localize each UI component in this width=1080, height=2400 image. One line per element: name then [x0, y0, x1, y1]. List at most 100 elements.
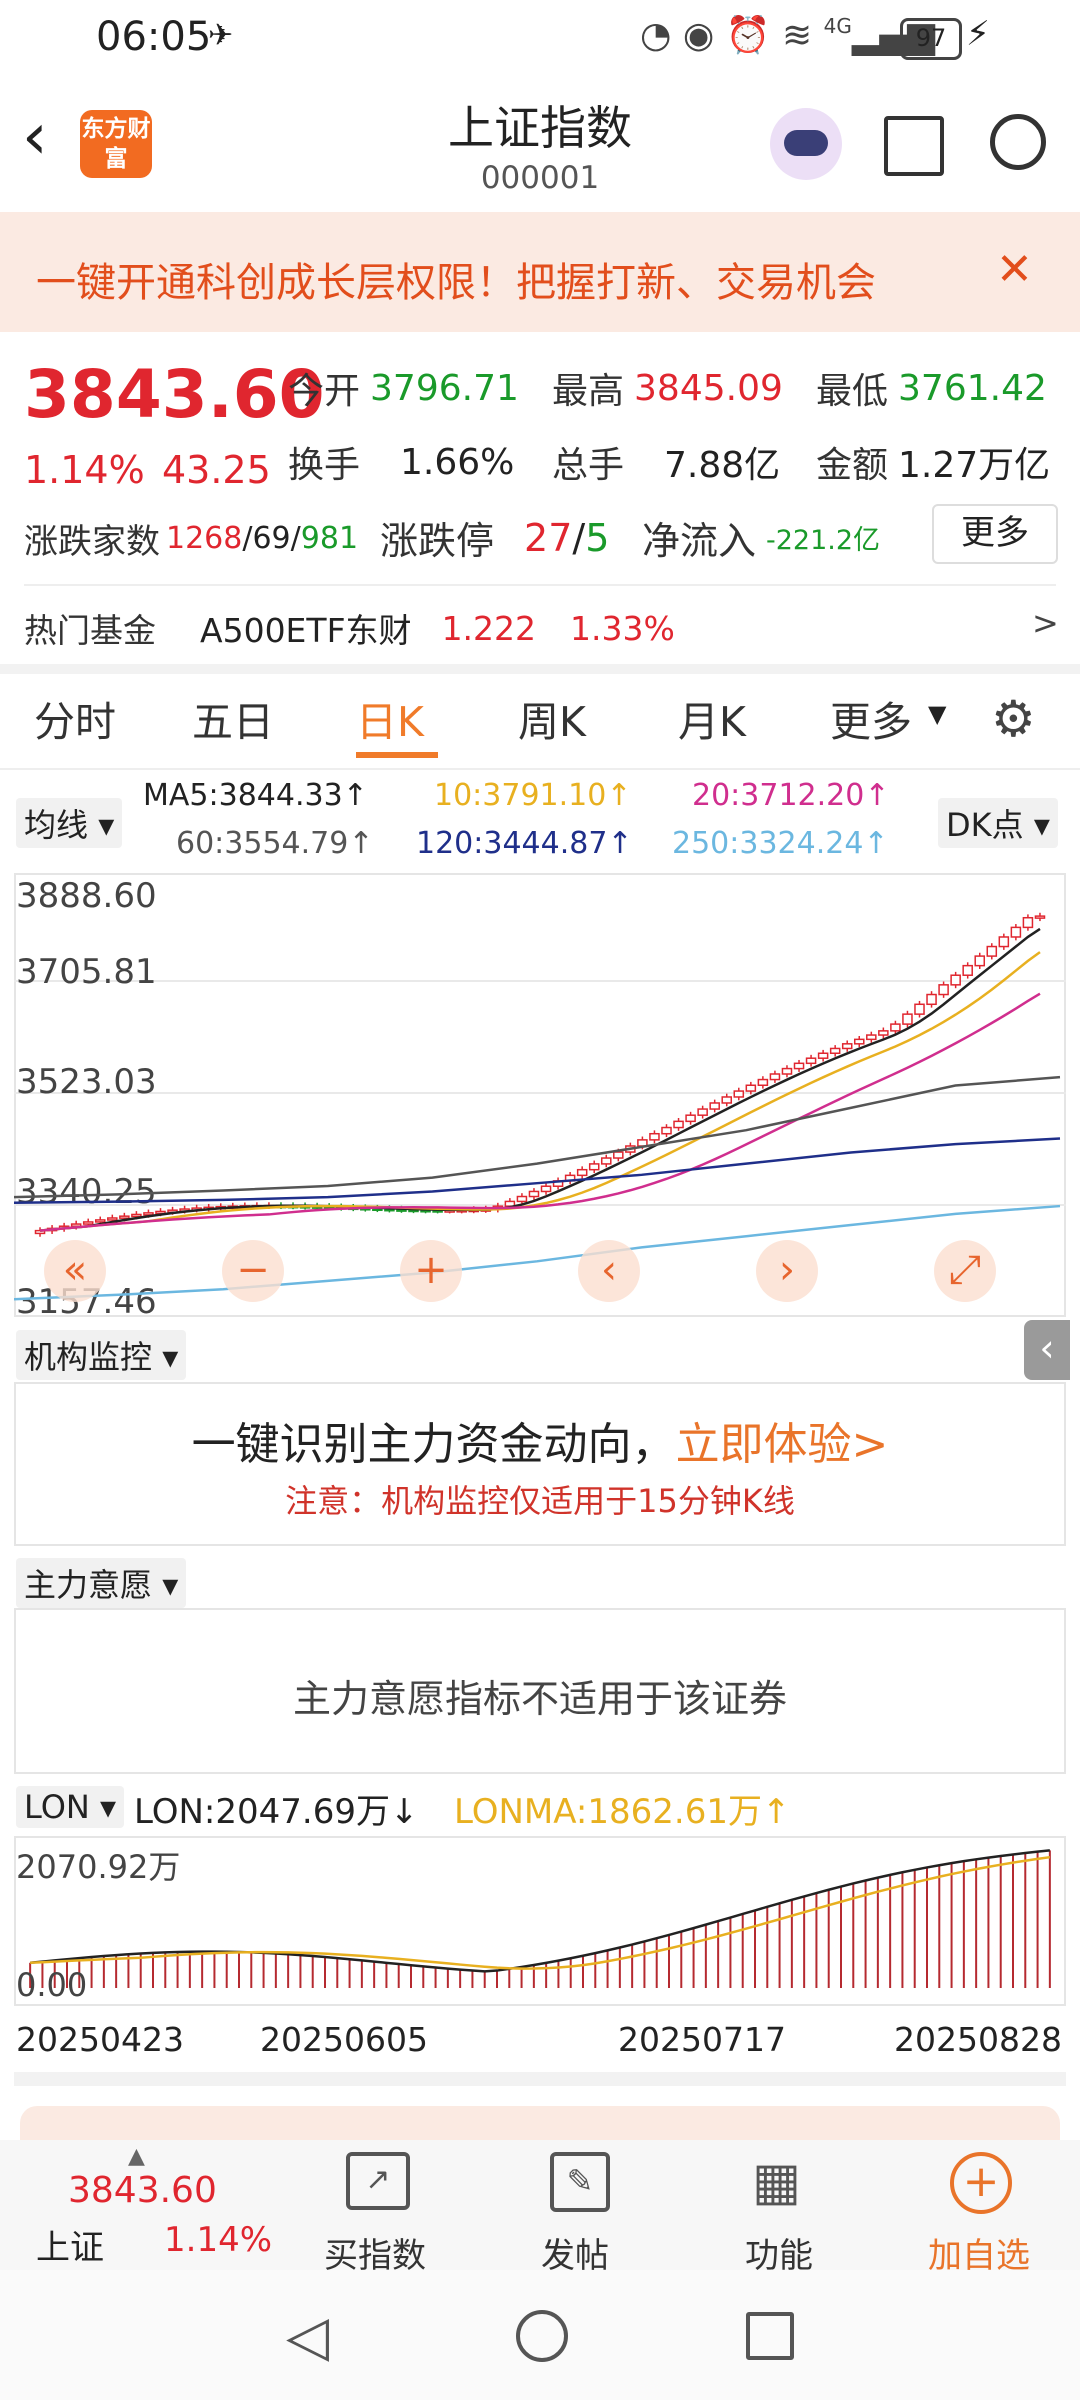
willingness-dropdown-label: 主力意愿: [24, 1566, 153, 1604]
date-2: 20250605: [260, 2020, 428, 2059]
institution-dropdown-label: 机构监控: [24, 1338, 153, 1376]
willingness-text: 主力意愿指标不适用于该证券: [292, 1677, 787, 1721]
breadth-down: 981: [300, 521, 359, 556]
candle: [745, 1084, 757, 1092]
limit-down: 5: [585, 515, 610, 560]
volume-stat: 总手 7.88亿: [552, 436, 780, 488]
ma-line-0: [39, 927, 1041, 1232]
netflow-stat: 净流入 -221.2亿: [642, 510, 880, 565]
partial-banner[interactable]: [20, 2106, 1060, 2140]
nav-home-icon[interactable]: [516, 2310, 568, 2362]
candle: [119, 1215, 130, 1219]
willingness-dropdown[interactable]: 主力意愿 ▾: [16, 1558, 187, 1608]
date-1: 20250423: [16, 2020, 184, 2059]
lon-y-top: 2070.92万: [16, 1848, 181, 1886]
prev-icon[interactable]: ‹: [578, 1240, 640, 1302]
lon-y-bottom: 0.00: [16, 1966, 88, 2004]
candle: [986, 945, 998, 957]
try-now-link[interactable]: 立即体验>: [676, 1419, 889, 1470]
high-stat: 最高 3845.09: [552, 362, 783, 414]
candle: [1022, 916, 1034, 929]
status-icons: ◔ ◉ ⏰ ≋ 4G▂▄▆: [640, 14, 935, 56]
open-stat: 今开 3796.71: [288, 362, 519, 414]
candle: [769, 1073, 781, 1081]
battery-icon: 97: [900, 18, 962, 60]
ma5-value: MA5:3844.33↑: [143, 778, 368, 813]
active-tab-indicator: [356, 752, 438, 758]
zoom-in-icon[interactable]: +: [400, 1240, 462, 1302]
assistant-avatar[interactable]: [770, 108, 842, 180]
bottom-price[interactable]: 3843.60: [68, 2170, 217, 2211]
collapse-panel-icon[interactable]: ‹: [1024, 1320, 1070, 1380]
divider: [24, 584, 1056, 586]
tab-4[interactable]: 月K: [678, 688, 746, 748]
close-icon[interactable]: ✕: [996, 244, 1033, 295]
tab-2[interactable]: 日K: [356, 688, 424, 748]
lon-dropdown[interactable]: LON ▾: [16, 1786, 125, 1828]
section-gap: [0, 664, 1080, 674]
chevron-right-icon[interactable]: >: [1032, 604, 1059, 642]
next-icon[interactable]: ›: [756, 1240, 818, 1302]
section-gap: [14, 2072, 1066, 2086]
open-label: 今开: [288, 371, 361, 412]
ma60-value: 60:3554.79↑: [176, 826, 374, 861]
amount-stat: 金额 1.27万亿: [816, 436, 1050, 488]
ma-dropdown-label: 均线: [24, 806, 89, 844]
index-price: 3843.60: [24, 356, 325, 433]
hot-fund-row[interactable]: 热门基金 A500ETF东财 1.222 1.33%: [24, 604, 675, 652]
fullscreen-icon[interactable]: ⤢: [934, 1240, 996, 1302]
bottom-name[interactable]: 上证: [36, 2220, 104, 2269]
tab-3[interactable]: 周K: [518, 688, 586, 748]
status-bar: 06:05 ✈ ◔ ◉ ⏰ ≋ 4G▂▄▆ 97 ⚡: [0, 0, 1080, 80]
candle: [649, 1132, 660, 1141]
candle: [805, 1057, 817, 1065]
volume-value: 7.88亿: [664, 445, 781, 486]
ma20-value: 20:3712.20↑: [692, 778, 890, 813]
candle: [709, 1102, 720, 1110]
candle: [94, 1219, 106, 1223]
candle: [866, 1034, 877, 1041]
more-button[interactable]: 更多: [932, 504, 1058, 564]
hot-fund-pct: 1.33%: [570, 608, 675, 648]
settings-gear-icon[interactable]: ⚙: [991, 690, 1036, 748]
candle: [938, 984, 949, 996]
dk-button-label: DK点: [946, 806, 1024, 844]
zoom-out-icon[interactable]: −: [222, 1240, 284, 1302]
candle: [841, 1043, 853, 1050]
candle: [817, 1052, 829, 1059]
scroll-left-icon[interactable]: «: [44, 1240, 106, 1302]
ma-dropdown[interactable]: 均线 ▾: [16, 798, 123, 848]
share-icon[interactable]: [884, 116, 944, 176]
index-change-pct: 1.14%: [24, 448, 145, 492]
candle: [588, 1163, 600, 1171]
search-icon[interactable]: [990, 114, 1046, 170]
breadth-label: 涨跌家数: [24, 522, 160, 562]
nav-recent-icon[interactable]: [746, 2312, 794, 2360]
candle: [721, 1096, 733, 1104]
ma250-value: 250:3324.24↑: [672, 826, 889, 861]
candle: [926, 993, 937, 1006]
lon-line: [30, 1849, 1050, 1973]
tab-0[interactable]: 分时: [34, 688, 116, 748]
dk-button[interactable]: DK点 ▾: [938, 798, 1058, 848]
up-arrow-icon[interactable]: ▲: [128, 2144, 145, 2169]
institution-dropdown[interactable]: 机构监控 ▾: [16, 1330, 187, 1380]
institution-headline[interactable]: 一键识别主力资金动向，立即体验>: [0, 1408, 1080, 1472]
tab-5[interactable]: 更多: [830, 688, 912, 748]
post-icon[interactable]: ✎: [550, 2152, 610, 2212]
functions-icon[interactable]: ▦: [752, 2152, 801, 2212]
netflow-value: -221.2亿: [766, 525, 881, 556]
ma120-value: 120:3444.87↑: [416, 826, 633, 861]
netflow-label: 净流入: [642, 519, 757, 563]
bottom-pct[interactable]: 1.14%: [164, 2220, 272, 2260]
tab-1[interactable]: 五日: [192, 688, 274, 748]
promo-banner-text[interactable]: 一键开通科创成长层权限！把握打新、交易机会: [36, 250, 876, 308]
index-change: 43.25: [162, 448, 271, 492]
status-time: 06:05: [96, 14, 212, 60]
lon-dropdown-label: LON: [24, 1788, 90, 1826]
candle: [516, 1195, 528, 1203]
buy-index-icon[interactable]: ↗: [346, 2152, 410, 2210]
institution-note: 注意：机构监控仅适用于15分钟K线: [285, 1482, 795, 1520]
add-watchlist-icon[interactable]: +: [950, 2152, 1012, 2214]
nav-back-icon[interactable]: ◁: [286, 2304, 329, 2369]
